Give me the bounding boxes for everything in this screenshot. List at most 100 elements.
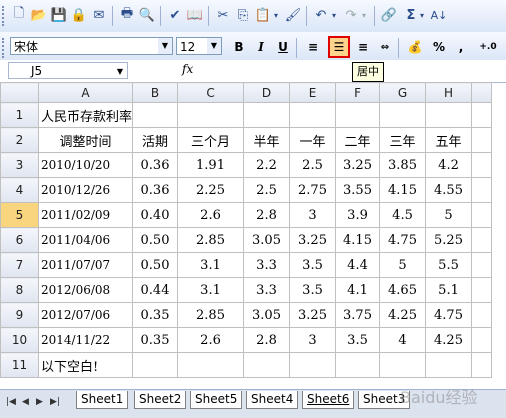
italic-button[interactable]: I — [252, 38, 270, 56]
chevron-down-icon[interactable]: ▼ — [207, 38, 221, 54]
new-icon[interactable]: 🗋 — [10, 6, 28, 24]
table-cell[interactable]: 0.35 — [132, 327, 179, 353]
format-painter-icon[interactable]: 🖌 — [284, 6, 302, 24]
chevron-down-icon[interactable]: ▼ — [158, 38, 172, 54]
align-right-icon[interactable]: ≡ — [354, 38, 372, 56]
table-cell[interactable]: 2011/04/06 — [37, 227, 134, 253]
table-cell[interactable]: 4.65 — [379, 277, 427, 303]
cut-icon[interactable]: ✂ — [214, 6, 232, 24]
table-cell[interactable]: 二年 — [335, 127, 381, 153]
table-cell[interactable]: 3.05 — [243, 302, 291, 328]
hyperlink-icon[interactable]: 🔗 — [380, 6, 398, 24]
table-cell[interactable] — [289, 102, 337, 128]
column-header[interactable]: H — [425, 82, 473, 103]
table-cell[interactable]: 3.5 — [335, 327, 381, 353]
table-cell[interactable]: 5.1 — [425, 277, 473, 303]
table-cell[interactable]: 一年 — [289, 127, 337, 153]
table-cell[interactable] — [379, 102, 427, 128]
bold-button[interactable]: B — [230, 38, 248, 56]
table-cell[interactable] — [471, 277, 493, 303]
table-cell[interactable] — [132, 352, 179, 378]
merge-center-icon[interactable]: ⇔ — [376, 38, 394, 56]
table-cell[interactable]: 3.75 — [335, 302, 381, 328]
table-cell[interactable]: 5 — [379, 252, 427, 278]
table-cell[interactable]: 3.3 — [243, 252, 291, 278]
table-cell[interactable] — [471, 252, 493, 278]
table-cell[interactable]: 1.91 — [177, 152, 245, 178]
table-cell[interactable]: 2.85 — [177, 227, 245, 253]
table-cell[interactable] — [471, 302, 493, 328]
table-cell[interactable]: 3.05 — [243, 227, 291, 253]
table-cell[interactable]: 2011/02/09 — [37, 202, 134, 228]
table-cell[interactable]: 0.36 — [132, 152, 179, 178]
select-all-corner[interactable] — [0, 82, 39, 103]
table-cell[interactable]: 三年 — [379, 127, 427, 153]
prev-sheet-icon[interactable]: ◀ — [22, 397, 29, 407]
table-cell[interactable]: 0.44 — [132, 277, 179, 303]
table-cell[interactable]: 2014/11/22 — [37, 327, 134, 353]
table-cell[interactable]: 2012/07/06 — [37, 302, 134, 328]
table-cell[interactable]: 4 — [379, 327, 427, 353]
copy-icon[interactable]: ⎘ — [234, 6, 252, 24]
table-cell[interactable] — [471, 352, 493, 378]
table-cell[interactable] — [177, 102, 245, 128]
table-cell[interactable] — [335, 102, 381, 128]
table-cell[interactable]: 2.6 — [177, 202, 245, 228]
comma-button[interactable]: , — [452, 38, 470, 56]
table-cell[interactable] — [425, 352, 473, 378]
table-cell[interactable]: 2.85 — [177, 302, 245, 328]
table-cell[interactable] — [379, 352, 427, 378]
name-box[interactable]: J5 ▼ — [8, 62, 128, 79]
sheet-tab-active[interactable]: Sheet6 — [302, 391, 355, 409]
row-header[interactable]: 1 — [0, 102, 39, 128]
table-cell[interactable]: 2011/07/07 — [37, 252, 134, 278]
column-header[interactable]: G — [379, 82, 427, 103]
table-cell[interactable] — [471, 327, 493, 353]
row-header[interactable]: 10 — [0, 327, 39, 353]
function-icon[interactable]: fx — [182, 62, 193, 76]
paste-icon[interactable]: 📋 — [254, 6, 272, 24]
table-cell[interactable]: 2.5 — [243, 177, 291, 203]
open-icon[interactable]: 📂 — [30, 6, 48, 24]
table-cell[interactable]: 3.5 — [289, 252, 337, 278]
table-cell[interactable]: 4.5 — [379, 202, 427, 228]
autosum-dropdown-icon[interactable]: ▾ — [418, 6, 426, 24]
research-icon[interactable]: 📖 — [186, 6, 204, 24]
table-cell[interactable]: 2.6 — [177, 327, 245, 353]
table-cell[interactable]: 5 — [425, 202, 473, 228]
row-header[interactable]: 8 — [0, 277, 39, 303]
font-name-combo[interactable]: 宋体 ▼ — [10, 37, 173, 55]
toolbar-grip[interactable] — [2, 38, 7, 58]
table-cell[interactable]: 3.85 — [379, 152, 427, 178]
table-cell[interactable]: 3.9 — [335, 202, 381, 228]
table-cell[interactable]: 4.1 — [335, 277, 381, 303]
table-cell[interactable]: 3 — [289, 202, 337, 228]
table-cell[interactable]: 3.5 — [289, 277, 337, 303]
table-cell[interactable] — [335, 352, 381, 378]
currency-icon[interactable]: 💰 — [406, 38, 424, 56]
table-cell[interactable]: 3.25 — [289, 302, 337, 328]
table-cell[interactable]: 2.2 — [243, 152, 291, 178]
table-cell[interactable] — [471, 152, 493, 178]
sheet-tab[interactable]: Sheet2 — [134, 391, 187, 409]
row-header[interactable]: 3 — [0, 152, 39, 178]
table-cell[interactable]: 4.4 — [335, 252, 381, 278]
table-cell[interactable]: 2.8 — [243, 327, 291, 353]
table-cell[interactable]: 人民币存款利率 — [37, 102, 134, 128]
last-sheet-icon[interactable]: ▶| — [50, 397, 60, 407]
print-preview-icon[interactable]: 🔍 — [138, 6, 156, 24]
table-cell[interactable]: 4.2 — [425, 152, 473, 178]
column-header[interactable]: B — [132, 82, 179, 103]
table-cell[interactable]: 3 — [289, 327, 337, 353]
column-header[interactable]: C — [177, 82, 245, 103]
row-header[interactable]: 6 — [0, 227, 39, 253]
table-cell[interactable]: 3.25 — [289, 227, 337, 253]
percent-button[interactable]: % — [430, 38, 448, 56]
table-cell[interactable] — [132, 102, 179, 128]
column-header[interactable]: F — [335, 82, 381, 103]
table-cell[interactable]: 2010/12/26 — [37, 177, 134, 203]
table-cell[interactable] — [471, 102, 493, 128]
table-cell[interactable]: 4.55 — [425, 177, 473, 203]
table-cell[interactable]: 2.75 — [289, 177, 337, 203]
table-cell[interactable] — [243, 352, 291, 378]
